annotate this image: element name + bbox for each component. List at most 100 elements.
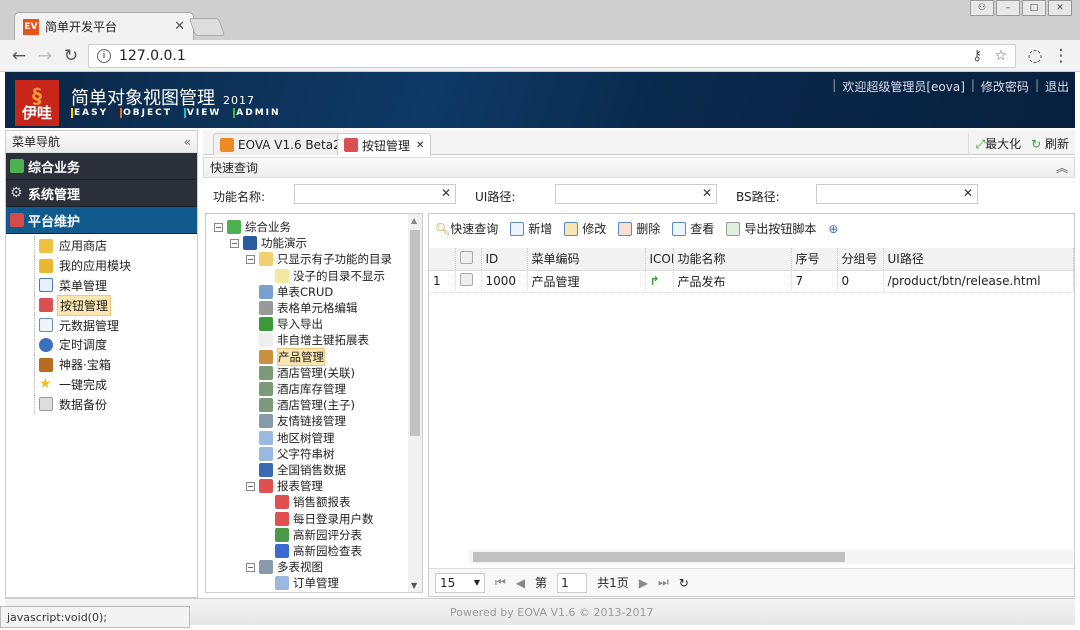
sidebar-item-toolbox[interactable]: 神器·宝箱 <box>34 354 197 375</box>
maximize-button[interactable]: □ <box>1022 0 1046 16</box>
prev-page-icon[interactable]: ◀ <box>516 576 525 590</box>
column-id[interactable]: ID <box>481 248 528 271</box>
column-icon[interactable]: ICON <box>645 248 674 271</box>
clear-icon[interactable]: ✕ <box>441 186 451 200</box>
address-bar[interactable]: i 127.0.0.1 ⚷ ☆ <box>88 44 1016 68</box>
tree-node[interactable]: − 只显示有子功能的目录 <box>246 251 392 267</box>
last-page-icon[interactable]: ⏭ <box>658 575 669 590</box>
tree-node[interactable]: 酒店管理(关联) <box>259 365 355 381</box>
tree-node[interactable]: − 报表管理 <box>246 478 323 494</box>
grid-horizontal-scrollbar[interactable] <box>469 550 1073 564</box>
tree-node[interactable]: 表格单元格编辑 <box>259 300 358 316</box>
sidebar-item-backup[interactable]: 数据备份 <box>34 394 197 415</box>
ui-path-input[interactable]: ✕ <box>555 184 717 204</box>
logout-link[interactable]: 退出 <box>1045 78 1069 95</box>
sidebar-category-system[interactable]: ⚙ 系统管理 <box>6 180 197 207</box>
forward-icon[interactable]: → <box>32 46 58 66</box>
collapse-up-icon[interactable]: ︽ <box>1056 159 1074 176</box>
edit-button[interactable]: 修改 <box>564 220 606 237</box>
reload-icon[interactable]: ↻ <box>58 46 84 66</box>
export-script-button[interactable]: 导出按钮脚本 <box>726 220 816 237</box>
first-page-icon[interactable]: ⏮ <box>495 575 506 590</box>
sidebar-item-my-modules[interactable]: 我的应用模块 <box>34 255 197 276</box>
tree-node[interactable]: 导入导出 <box>259 316 323 332</box>
column-ui-path[interactable]: UI路径 <box>883 248 1074 271</box>
tree-scrollbar[interactable]: ▲ ▼ <box>408 214 422 592</box>
collapse-toggle-icon[interactable]: − <box>214 222 223 232</box>
tree-node[interactable]: 高新园评分表 <box>275 527 362 543</box>
tree-node[interactable]: 酒店管理(主子) <box>259 397 355 413</box>
bs-path-input[interactable]: ✕ <box>816 184 978 204</box>
minimize-button[interactable]: – <box>996 0 1020 16</box>
quick-query-button[interactable]: 🔍︎ 快速查询 <box>435 220 498 237</box>
collapse-toggle-icon[interactable]: − <box>246 254 255 264</box>
collapse-icon[interactable]: « <box>184 135 191 149</box>
tree-node[interactable]: 高新园检查表 <box>275 543 362 559</box>
tree-node[interactable]: 地区树管理 <box>259 430 335 446</box>
row-checkbox[interactable] <box>459 273 473 286</box>
new-tab-button[interactable] <box>188 18 226 36</box>
collapse-toggle-icon[interactable]: − <box>230 238 239 248</box>
column-name[interactable]: 功能名称 <box>673 248 792 271</box>
sidebar-category-business[interactable]: 综合业务 <box>6 153 197 180</box>
tree-node[interactable]: 产品管理 <box>259 347 325 366</box>
collapse-toggle-icon[interactable]: − <box>246 562 255 572</box>
sidebar-item-one-click[interactable]: ★ 一键完成 <box>34 374 197 395</box>
tab-eova[interactable]: EOVA V1.6 Beta2 <box>213 133 348 155</box>
close-tab-icon[interactable]: ✕ <box>416 140 424 151</box>
profile-icon[interactable]: ⚇ <box>970 0 994 16</box>
sidebar-category-platform[interactable]: 平台维护 <box>6 207 197 234</box>
collapse-toggle-icon[interactable]: − <box>246 481 255 491</box>
change-password-link[interactable]: 修改密码 <box>981 78 1029 95</box>
add-button[interactable]: 新增 <box>510 220 552 237</box>
sidebar-item-button-manage[interactable]: 按钮管理 <box>34 294 197 316</box>
sidebar-item-menu-manage[interactable]: 菜单管理 <box>34 275 197 296</box>
column-order[interactable]: 序号 <box>791 248 838 271</box>
tree-node[interactable]: 非自增主键拓展表 <box>259 332 369 348</box>
sidebar-item-scheduler[interactable]: 定时调度 <box>34 334 197 355</box>
maximize-button[interactable]: ⤢最大化 <box>975 135 1021 152</box>
refresh-button[interactable]: ↻ 刷新 <box>1031 135 1069 152</box>
close-window-button[interactable]: ✕ <box>1048 0 1072 16</box>
key-icon[interactable]: ⚷ <box>972 48 982 64</box>
next-page-icon[interactable]: ▶ <box>639 576 648 590</box>
menu-icon[interactable]: ⋮ <box>1048 46 1074 66</box>
clear-icon[interactable]: ✕ <box>963 186 973 200</box>
close-tab-icon[interactable]: ✕ <box>174 19 185 34</box>
delete-button[interactable]: 删除 <box>618 220 660 237</box>
table-row[interactable]: 1 1000 产品管理 ↱ 产品发布 7 0/product/btn/release.… <box>429 270 1074 293</box>
column-menu-code[interactable]: 菜单编码 <box>527 248 646 271</box>
column-group[interactable]: 分组号 <box>837 248 884 271</box>
tree-node[interactable]: 全国销售数据 <box>259 462 346 478</box>
tree-node[interactable]: 酒店库存管理 <box>259 381 346 397</box>
tree-node[interactable]: − 综合业务 <box>214 219 291 235</box>
tree-node[interactable]: 订单管理 <box>275 575 339 591</box>
view-button[interactable]: 查看 <box>672 220 714 237</box>
info-icon[interactable]: i <box>97 49 111 63</box>
tree-node[interactable]: 每日登录用户数 <box>275 511 374 527</box>
tree-node[interactable]: 销售额报表 <box>275 494 351 510</box>
browser-tab[interactable]: EV 简单开发平台 ✕ <box>14 12 194 40</box>
sidebar-item-app-store[interactable]: 应用商店 <box>34 236 197 256</box>
page-input[interactable]: 1 <box>557 572 588 593</box>
page-size-select[interactable]: 15 ▼ <box>435 572 485 593</box>
tab-button-manage[interactable]: 按钮管理 ✕ <box>337 133 432 156</box>
tree-node[interactable]: − 多表视图 <box>246 559 323 575</box>
back-icon[interactable]: ← <box>6 46 32 66</box>
view-icon <box>259 560 273 575</box>
tree-node[interactable]: − 功能演示 <box>230 235 307 251</box>
sidebar-item-metadata[interactable]: 元数据管理 <box>34 315 197 335</box>
function-name-input[interactable]: ✕ <box>294 184 456 204</box>
more-icon[interactable]: ⊕ <box>828 222 838 236</box>
tree-node[interactable]: 父字符串树 <box>259 446 335 462</box>
tree-node[interactable]: 友情链接管理 <box>259 413 346 429</box>
browser-tab-title: 简单开发平台 <box>45 20 118 34</box>
tree-node[interactable]: 没子的目录不显示 <box>275 268 385 284</box>
tree-node[interactable]: 单表CRUD <box>259 284 333 300</box>
extension-icon[interactable]: ◌ <box>1022 46 1048 66</box>
bookmark-star-icon[interactable]: ☆ <box>994 48 1007 64</box>
chart-icon <box>275 511 289 526</box>
reload-icon[interactable]: ↻ <box>679 576 689 590</box>
clear-icon[interactable]: ✕ <box>702 186 712 200</box>
select-all-checkbox[interactable] <box>459 250 473 264</box>
